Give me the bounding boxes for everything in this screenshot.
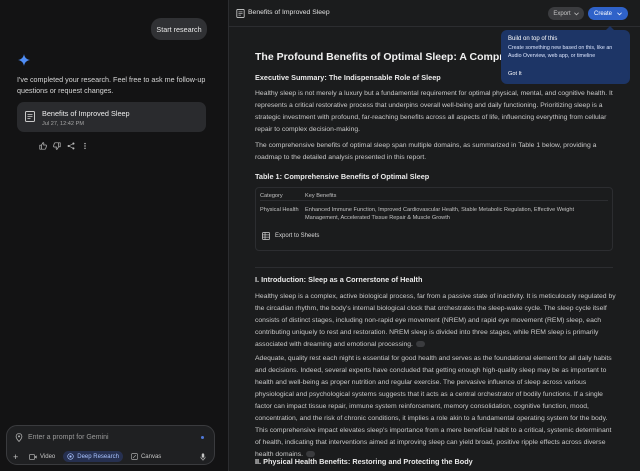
doc-card-title: Benefits of Improved Sleep: [42, 109, 130, 118]
prompt-input[interactable]: Enter a prompt for Gemini: [28, 434, 109, 441]
got-it-button[interactable]: Got It: [508, 71, 522, 77]
video-icon: [29, 453, 37, 460]
benefits-table: Category Key Benefits Physical Health En…: [255, 187, 613, 251]
table-cell-benefits: Enhanced Immune Function, Improved Cardi…: [305, 207, 575, 221]
exec-summary-paragraph-1: Healthy sleep is not merely a luxury but…: [255, 90, 613, 133]
document-toolbar: Benefits of Improved Sleep Export Create: [229, 0, 640, 27]
thumbs-up-icon[interactable]: [38, 141, 47, 150]
deep-research-icon: [67, 453, 74, 460]
tool-canvas-label: Canvas: [140, 453, 162, 460]
section-1-paragraph-1-text: Healthy sleep is a complex, active biolo…: [255, 293, 616, 348]
section-1-paragraph-1: Healthy sleep is a complex, active biolo…: [255, 291, 617, 351]
table-heading: Table 1: Comprehensive Benefits of Optim…: [255, 172, 430, 181]
tool-deep-research-label: Deep Research: [77, 453, 119, 460]
microphone-icon[interactable]: [200, 453, 206, 461]
create-button-label: Create: [593, 10, 612, 17]
tool-canvas[interactable]: Canvas: [127, 451, 165, 462]
build-tooltip: Build on top of this Create something ne…: [501, 26, 630, 84]
export-button[interactable]: Export: [548, 7, 584, 20]
sheets-grid-icon: [262, 232, 270, 240]
table-divider: [260, 200, 608, 201]
export-to-sheets-button[interactable]: Export to Sheets: [262, 232, 319, 240]
expand-more-icon[interactable]: [415, 341, 425, 348]
tool-deep-research[interactable]: Deep Research: [63, 451, 123, 462]
tool-video-label: Video: [40, 453, 56, 460]
tooltip-body: Create something new based on this, like…: [508, 45, 613, 59]
share-icon[interactable]: [66, 141, 75, 150]
section-divider: [255, 267, 613, 268]
section-1-paragraph-2: Adequate, quality rest each night is ess…: [255, 353, 617, 461]
add-icon[interactable]: +: [13, 452, 21, 462]
canvas-icon: [131, 453, 138, 460]
research-doc-card[interactable]: Benefits of Improved Sleep Jul 27, 12:42…: [17, 102, 206, 132]
more-vert-icon[interactable]: [80, 141, 89, 150]
exec-summary-paragraph-2: The comprehensive benefits of optimal sl…: [255, 142, 597, 161]
chat-pane: Start research I've completed your resea…: [0, 0, 228, 471]
tooltip-title: Build on top of this: [508, 36, 558, 42]
exec-summary-heading: Executive Summary: The Indispensable Rol…: [255, 73, 441, 82]
document-pane: Benefits of Improved Sleep Export Create…: [228, 0, 640, 471]
export-to-sheets-label: Export to Sheets: [275, 233, 320, 239]
chevron-down-icon: [573, 11, 579, 15]
section-1-heading: I. Introduction: Sleep as a Cornerstone …: [255, 275, 423, 284]
create-button[interactable]: Create: [588, 7, 628, 20]
prompt-toolbar: + Video Deep Research Canvas: [13, 451, 165, 462]
tool-video[interactable]: Video: [25, 452, 59, 462]
table-cell-category: Physical Health: [260, 207, 299, 213]
document-icon: [236, 9, 245, 18]
doc-card-date: Jul 27, 12:42 PM: [42, 121, 84, 127]
status-dot: [201, 436, 204, 439]
gemini-sparkle-icon: [18, 54, 30, 66]
section-1-paragraph-2-text: Adequate, quality rest each night is ess…: [255, 355, 612, 458]
document-icon: [25, 111, 35, 122]
feedback-actions: [38, 141, 89, 150]
thumbs-down-icon[interactable]: [52, 141, 61, 150]
chevron-down-icon: [617, 11, 622, 15]
document-window-title: Benefits of Improved Sleep: [248, 9, 330, 16]
section-2-heading: II. Physical Health Benefits: Restoring …: [255, 457, 473, 466]
export-button-label: Export: [553, 10, 571, 17]
assistant-reply: I've completed your research. Feel free …: [17, 75, 206, 95]
prompt-input-box[interactable]: Enter a prompt for Gemini + Video Deep R…: [6, 425, 215, 465]
location-pin-icon: [15, 433, 23, 442]
user-message: Start research: [151, 18, 207, 40]
